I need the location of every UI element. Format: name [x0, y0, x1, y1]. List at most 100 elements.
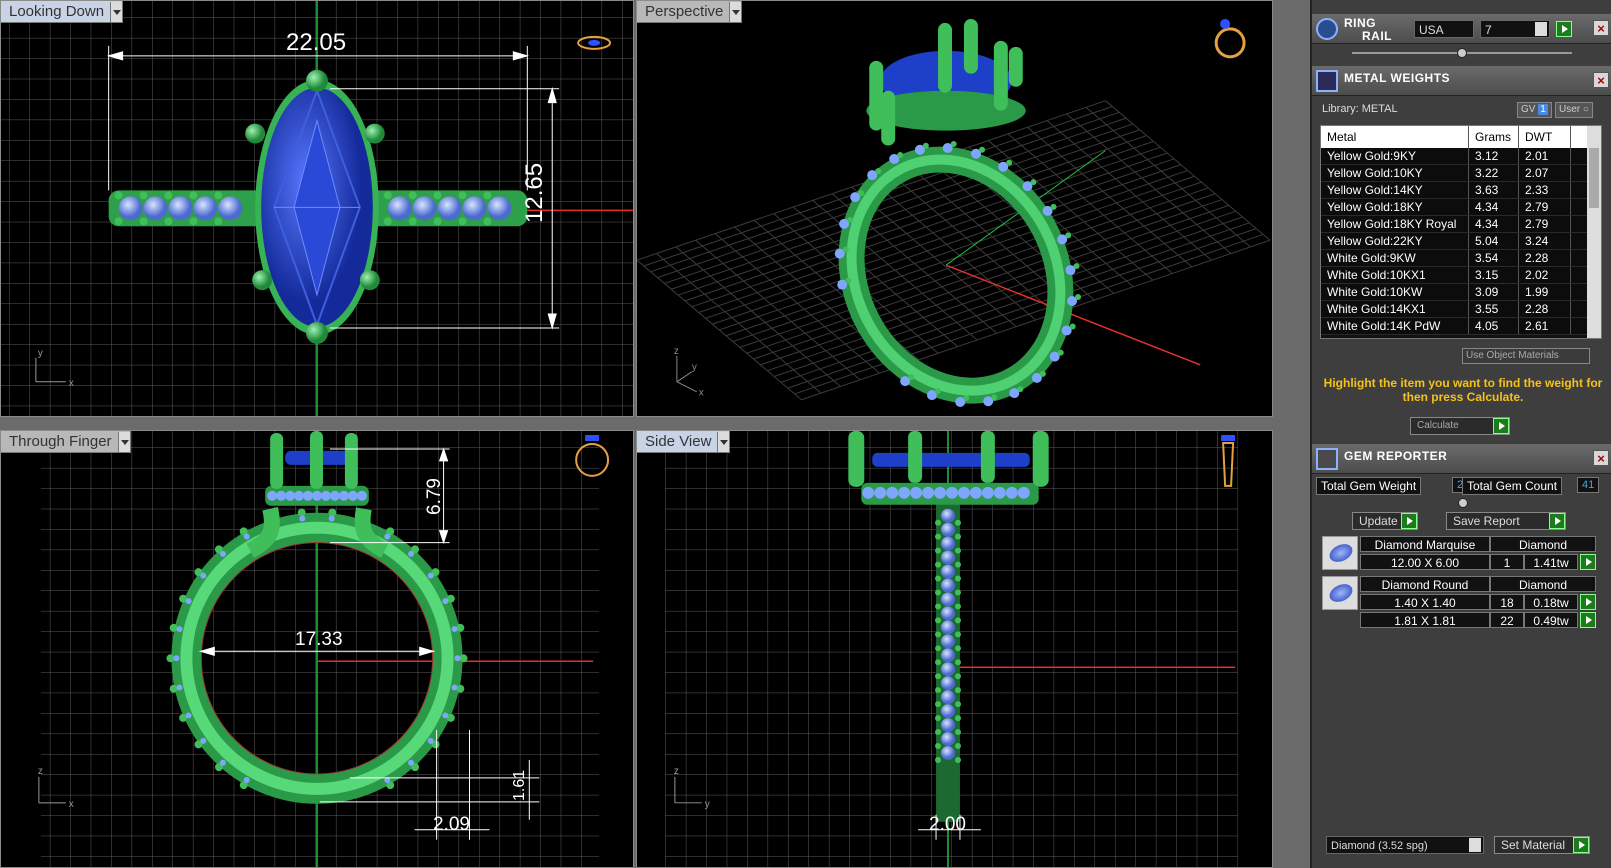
chevron-down-icon[interactable]: [1469, 838, 1481, 852]
dimension-shank-width: 2.00: [929, 814, 966, 835]
accent-bead: [219, 550, 226, 557]
accent-bead: [935, 617, 942, 624]
metal-name-cell: White Gold:10KW: [1321, 284, 1469, 300]
gem-count-cell: 1: [1490, 554, 1524, 570]
table-row[interactable]: White Gold:14K PdW 4.05 2.61: [1321, 318, 1601, 335]
table-row[interactable]: Yellow Gold:22KY 5.04 3.24: [1321, 233, 1601, 250]
table-row[interactable]: Yellow Gold:18KY Royal 4.34 2.79: [1321, 216, 1601, 233]
chevron-down-icon[interactable]: [729, 1, 742, 22]
country-select[interactable]: USA: [1414, 20, 1474, 38]
viewport-title-side-view[interactable]: Side View: [637, 431, 731, 453]
use-object-materials-toggle[interactable]: Use Object Materials: [1462, 348, 1590, 364]
gem-group[interactable]: Diamond Round Diamond 1.40 X 1.40 18 0.18tw 1…: [1322, 576, 1604, 630]
accent-bead: [459, 654, 468, 663]
accent-bead: [329, 490, 340, 501]
accent-bead: [164, 217, 173, 226]
accent-bead: [433, 217, 442, 226]
accent-bead: [941, 578, 955, 593]
accent-bead: [991, 394, 998, 401]
accent-bead: [941, 634, 955, 649]
grams-cell: 3.63: [1469, 182, 1519, 198]
close-icon[interactable]: ×: [1593, 450, 1609, 466]
gem-row-go-button[interactable]: [1580, 554, 1596, 570]
column-header-metal[interactable]: Metal: [1321, 126, 1469, 148]
table-row[interactable]: White Gold:10KW 3.09 1.99: [1321, 284, 1601, 301]
chevron-down-icon[interactable]: [717, 431, 730, 452]
chevron-down-icon[interactable]: [110, 1, 123, 22]
grams-cell: 4.05: [1469, 318, 1519, 334]
table-row[interactable]: Yellow Gold:18KY 4.34 2.79: [1321, 199, 1601, 216]
total-gem-count-label: Total Gem Count: [1462, 477, 1563, 495]
column-header-dwt[interactable]: DWT: [1519, 126, 1571, 148]
close-icon[interactable]: ×: [1593, 72, 1609, 88]
gem-list[interactable]: Diamond Marquise Diamond 12.00 X 6.00 1 1.41…: [1312, 536, 1611, 836]
slider-knob[interactable]: [1457, 48, 1467, 58]
calculate-button[interactable]: Calculate: [1410, 417, 1510, 435]
accent-bead: [1050, 203, 1057, 210]
accent-bead: [935, 659, 942, 666]
set-material-button[interactable]: Set Material: [1494, 836, 1590, 854]
table-row[interactable]: Yellow Gold:10KY 3.22 2.07: [1321, 165, 1601, 182]
viewport-through-finger[interactable]: x z Through Finger 6.79 17.33 1.61 2.09: [0, 430, 634, 868]
accent-bead: [303, 490, 314, 501]
chevron-down-icon[interactable]: [1535, 22, 1547, 36]
accent-bead: [176, 684, 183, 691]
accent-bead: [200, 737, 207, 744]
accent-bead: [847, 216, 854, 223]
ring-size-select[interactable]: 7: [1480, 20, 1550, 38]
accent-bead: [954, 617, 961, 624]
accent-bead: [297, 508, 306, 517]
accent-bead: [320, 490, 331, 501]
save-report-button[interactable]: Save Report: [1446, 512, 1566, 530]
jewelry-cad-app: x y Looking Down 22.05 12.65 x z y Persp…: [0, 0, 1611, 868]
accent-bead: [941, 690, 955, 705]
accent-bead: [935, 715, 942, 722]
accent-bead: [483, 191, 492, 200]
accent-bead: [114, 217, 123, 226]
viewport-title-through-finger[interactable]: Through Finger: [1, 431, 131, 453]
accent-bead: [935, 589, 942, 596]
axis-z-label: z: [674, 766, 679, 777]
update-button[interactable]: Update: [1352, 512, 1418, 530]
accent-bead: [954, 561, 961, 568]
ring-rail-icon: [1316, 18, 1338, 40]
accent-bead: [383, 191, 392, 200]
viewport-title-looking-down[interactable]: Looking Down: [1, 1, 124, 23]
viewport-title-perspective[interactable]: Perspective: [637, 1, 743, 23]
gv-toggle[interactable]: GV 1: [1517, 102, 1552, 118]
dwt-cell: 2.79: [1519, 216, 1571, 232]
gem-row-go-button[interactable]: [1580, 594, 1596, 610]
chevron-down-icon[interactable]: [117, 431, 130, 452]
viewport-looking-down[interactable]: x y Looking Down 22.05 12.65: [0, 0, 634, 417]
accent-bead: [442, 712, 449, 719]
accent-bead: [408, 217, 417, 226]
dwt-cell: 1.99: [1519, 284, 1571, 300]
table-row[interactable]: White Gold:9KW 3.54 2.28: [1321, 250, 1601, 267]
close-icon[interactable]: ×: [1593, 20, 1609, 36]
material-select[interactable]: Diamond (3.52 spg): [1326, 836, 1484, 854]
accent-bead: [886, 486, 899, 499]
gem-row-go-button[interactable]: [1580, 612, 1596, 628]
accent-bead: [168, 196, 193, 221]
table-row[interactable]: White Gold:10KX1 3.15 2.02: [1321, 267, 1601, 284]
accent-bead: [935, 603, 942, 610]
accent-bead: [185, 598, 192, 605]
grams-cell: 4.34: [1469, 216, 1519, 232]
table-scrollbar[interactable]: [1587, 126, 1601, 338]
user-toggle[interactable]: User ○: [1555, 102, 1593, 118]
accent-bead: [384, 533, 391, 540]
gem-group[interactable]: Diamond Marquise Diamond 12.00 X 6.00 1 1.41…: [1322, 536, 1604, 572]
ring-rail-go-button[interactable]: [1556, 21, 1572, 37]
viewport-side-view[interactable]: y z Side View 2.00: [636, 430, 1273, 868]
axis-x-label: x: [699, 388, 704, 399]
column-header-grams[interactable]: Grams: [1469, 126, 1519, 148]
gem-reporter-divider-knob[interactable]: [1458, 498, 1468, 508]
table-row[interactable]: White Gold:14KX1 3.55 2.28: [1321, 301, 1601, 318]
accent-bead: [941, 564, 955, 579]
accent-bead: [214, 217, 223, 226]
viewport-perspective[interactable]: x z y Perspective: [636, 0, 1273, 417]
metal-weights-table[interactable]: Metal Grams DWT Yellow Gold:9KY 3.12 2.01 Y…: [1320, 125, 1602, 339]
table-row[interactable]: Yellow Gold:9KY 3.12 2.01: [1321, 148, 1601, 165]
table-row[interactable]: Yellow Gold:14KY 3.63 2.33: [1321, 182, 1601, 199]
accent-bead: [954, 547, 961, 554]
